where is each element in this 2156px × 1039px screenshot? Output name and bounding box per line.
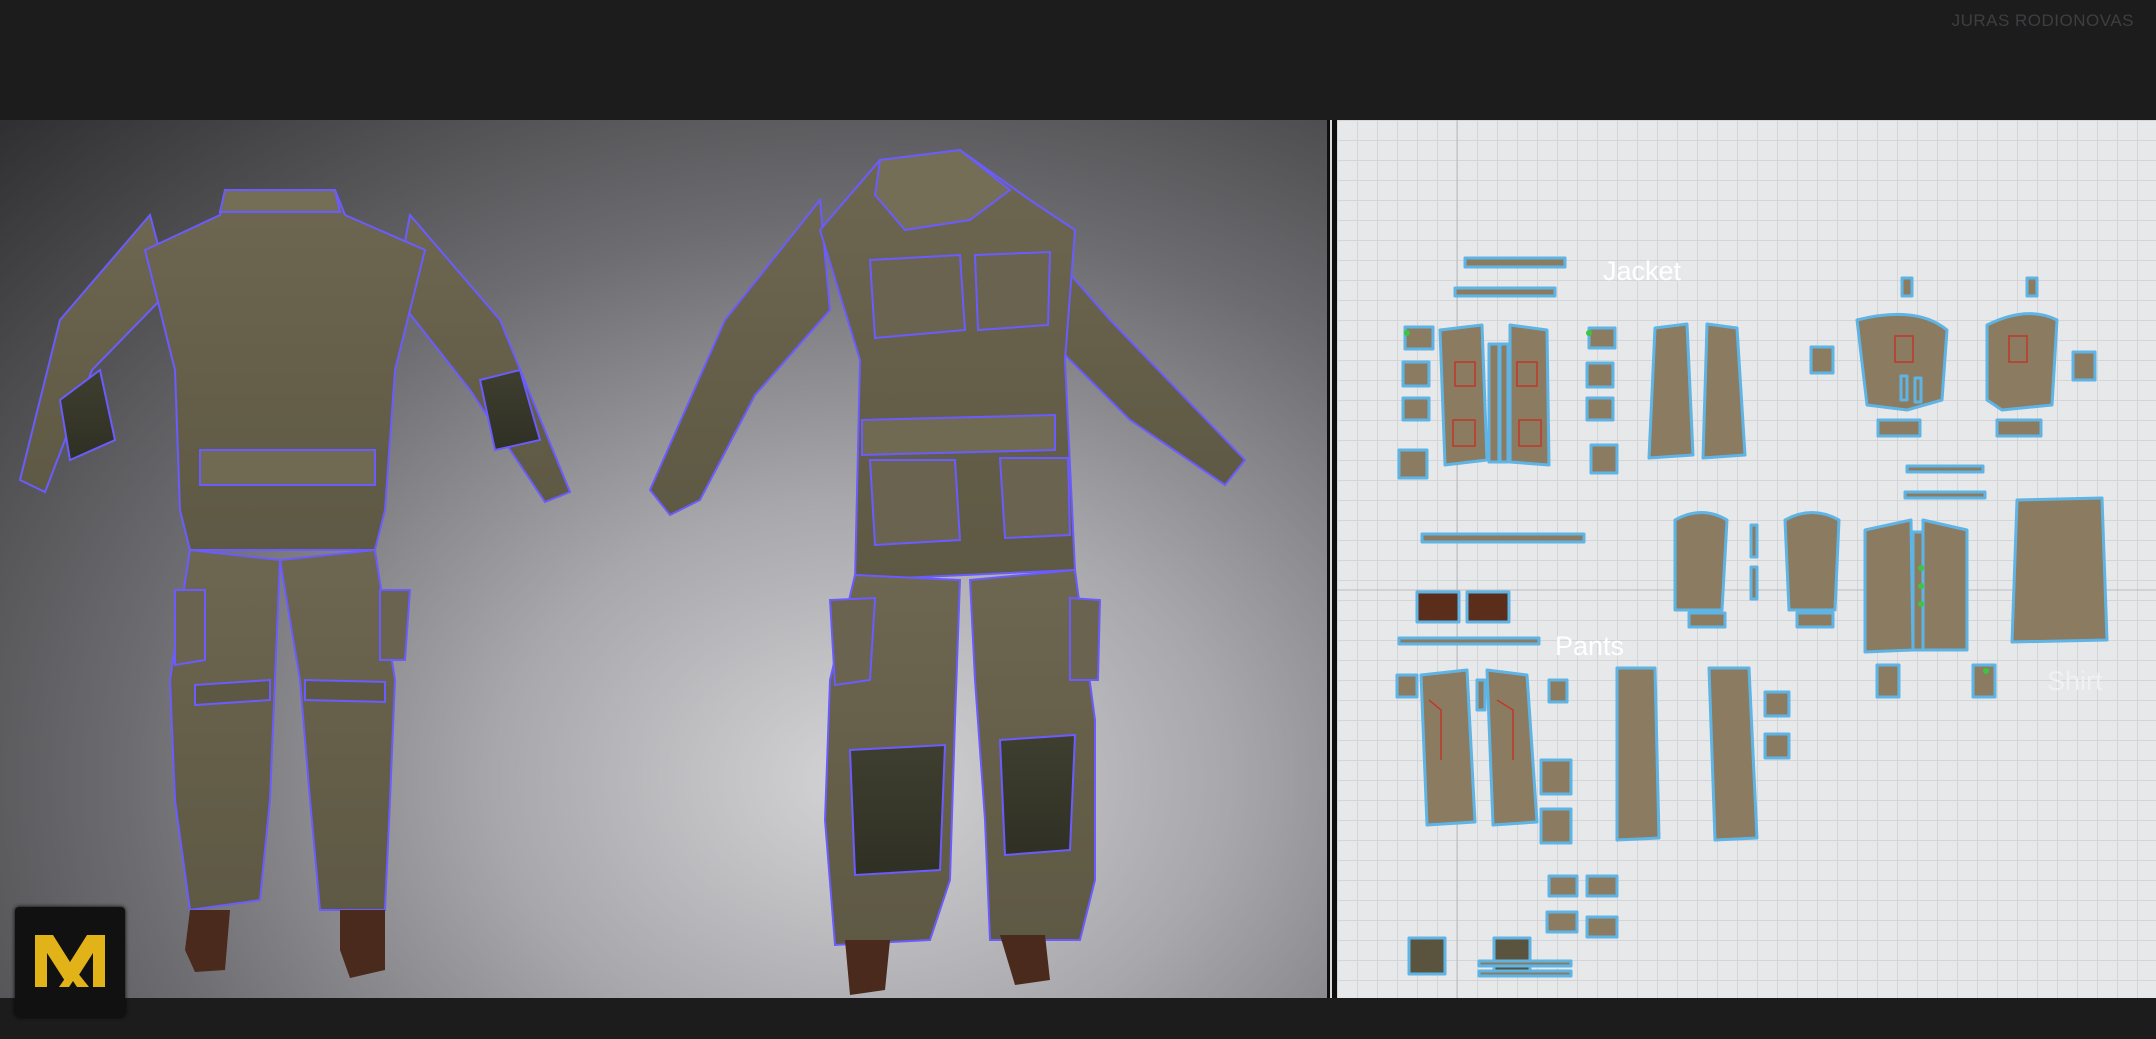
3d-viewport[interactable] bbox=[0, 120, 1327, 998]
front-view-garment bbox=[648, 148, 1247, 947]
front-view-boots bbox=[845, 935, 1050, 995]
pants-strip-piece bbox=[1420, 532, 1586, 544]
md-logo-icon bbox=[35, 935, 105, 987]
panel-divider[interactable] bbox=[1327, 120, 1337, 998]
2d-pattern-window[interactable]: Jacket Pants Shirt bbox=[1337, 120, 2156, 998]
shirt-label: Shirt bbox=[2047, 666, 2103, 696]
bottom-bar bbox=[0, 998, 2156, 1039]
jacket-label: Jacket bbox=[1603, 256, 1682, 286]
pattern-pieces bbox=[1337, 120, 2156, 998]
pants-label: Pants bbox=[1555, 631, 1625, 661]
jacket-strip-piece bbox=[1453, 286, 1557, 298]
back-view-garment bbox=[18, 189, 572, 912]
artist-credit: JURAS RODIONOVAS bbox=[1951, 11, 2134, 30]
garment-render bbox=[18, 148, 1247, 995]
back-view-boots bbox=[185, 910, 385, 978]
marvelous-designer-logo bbox=[15, 907, 125, 1017]
top-bar: JURAS RODIONOVAS bbox=[0, 0, 2156, 120]
jacket-collar-piece bbox=[1463, 256, 1567, 269]
